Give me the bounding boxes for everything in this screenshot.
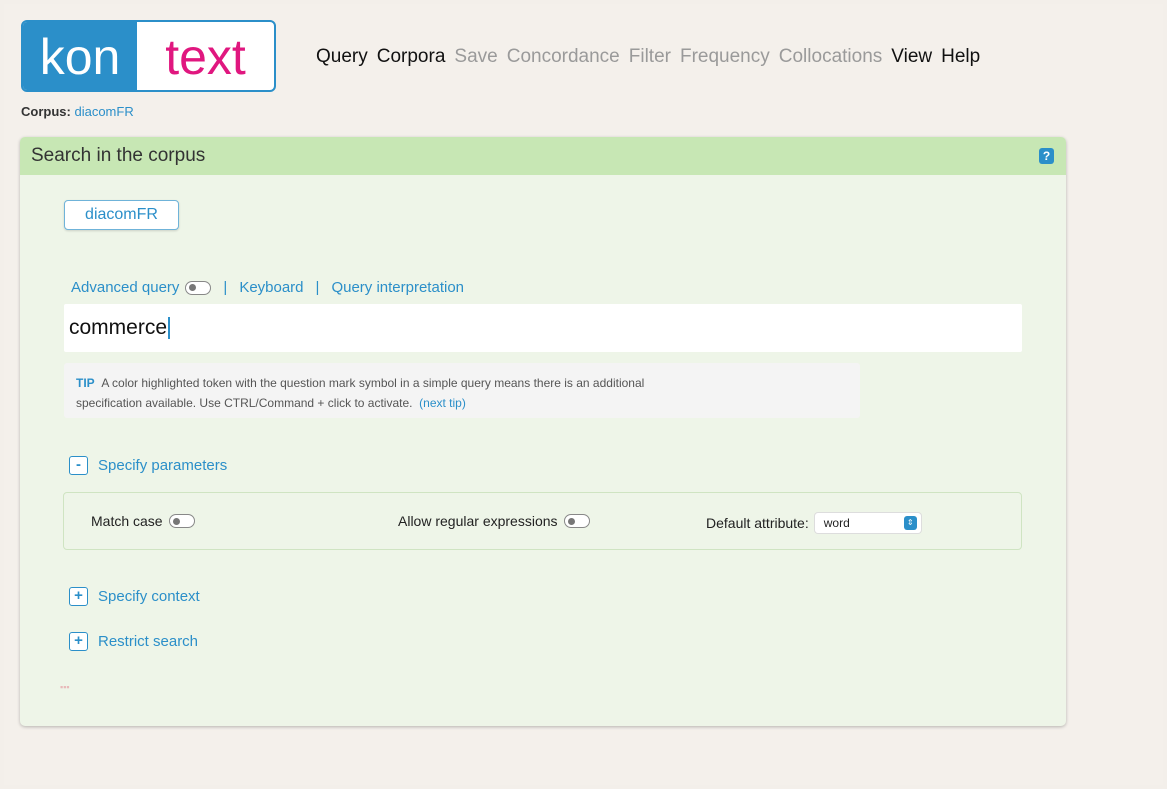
menu-collocations: Collocations [778,46,883,67]
specify-parameters-label[interactable]: Specify parameters [98,457,227,474]
specify-context-toggle[interactable]: + Specify context [69,587,200,606]
menu-corpora[interactable]: Corpora [377,46,446,68]
query-input[interactable]: commerce [64,304,1022,352]
default-attribute-label: Default attribute: [706,515,809,531]
query-interpretation-link[interactable]: Query interpretation [331,279,464,296]
advanced-query-toggle[interactable] [185,280,212,295]
select-arrows-icon: ⇕ [903,516,917,530]
specify-parameters-toggle[interactable]: - Specify parameters [69,456,227,475]
specify-context-label[interactable]: Specify context [98,588,200,605]
keyboard-link[interactable]: Keyboard [239,279,303,296]
current-corpus: Corpus: diacomFR [21,104,134,119]
collapse-icon[interactable]: - [69,456,88,475]
panel-header: Search in the corpus ? [20,137,1066,175]
regex-option: Allow regular expressions [398,513,590,529]
separator: | [223,279,228,296]
panel-title: Search in the corpus [31,145,206,166]
default-attribute-select[interactable]: word ⇕ [814,513,921,533]
menu-save: Save [454,46,498,67]
tip-text-line2: specification available. Use CTRL/Comman… [76,396,413,410]
search-panel: Search in the corpus ? diacomFR Advanced… [20,137,1066,726]
regex-toggle[interactable] [563,514,590,528]
restrict-search-label[interactable]: Restrict search [98,633,198,650]
menu-help[interactable]: Help [941,46,980,68]
match-case-label: Match case [91,513,163,529]
parameters-panel: Match case Allow regular expressions Def… [63,492,1022,550]
tip-text-line1: A color highlighted token with the quest… [101,376,645,390]
faint-decoration: ▪▪▪ [60,682,70,692]
menu-query[interactable]: Query [316,46,368,68]
expand-icon[interactable]: + [69,632,88,651]
menu-frequency: Frequency [679,46,770,67]
logo-kon: kon [23,22,137,90]
tip-label: TIP [76,376,95,390]
default-attribute-option: Default attribute: word ⇕ [706,513,921,533]
kontext-logo[interactable]: kon text [21,20,276,92]
menu-view[interactable]: View [891,46,932,68]
next-tip-link[interactable]: (next tip) [419,396,466,410]
match-case-option: Match case [91,513,195,529]
query-value: commerce [69,316,168,339]
advanced-query-label[interactable]: Advanced query [71,279,179,296]
logo-text: text [165,29,246,85]
help-icon[interactable]: ? [1039,148,1054,164]
query-options-bar: Advanced query | Keyboard | Query interp… [71,279,464,296]
main-menu: Query Corpora Save Concordance Filter Fr… [316,46,989,68]
menu-concordance: Concordance [506,46,620,67]
corpus-label: Corpus: [21,104,71,119]
text-cursor [168,317,171,340]
regex-label: Allow regular expressions [398,513,558,529]
match-case-toggle[interactable] [168,514,195,528]
default-attribute-value: word [823,516,850,530]
menu-filter: Filter [628,46,671,67]
expand-icon[interactable]: + [69,587,88,606]
tip-box: TIP A color highlighted token with the q… [64,363,860,418]
corpus-select-button[interactable]: diacomFR [64,200,179,230]
corpus-name-link[interactable]: diacomFR [74,104,133,119]
restrict-search-toggle[interactable]: + Restrict search [69,632,198,651]
separator: | [315,279,320,296]
